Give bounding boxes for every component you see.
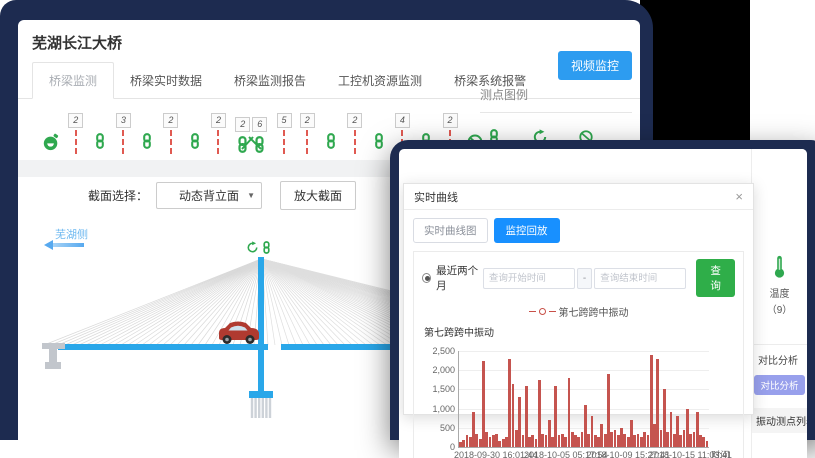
chain-link-icon[interactable] [92, 133, 108, 149]
detail-right-sidebar: 温度 （9） 对比分析 对比分析 振动测点列表 [751, 149, 807, 458]
section-select-label: 截面选择： [88, 187, 148, 204]
y-tick: 1,500 [423, 384, 455, 394]
sensor-count-badge: 2 [211, 113, 226, 128]
sensor-count-badge: 4 [395, 113, 410, 128]
refresh-icon[interactable] [246, 241, 259, 254]
dashed-line-icon [306, 130, 308, 154]
abutment-pier [42, 343, 65, 369]
detail-window-frame: 温度 （9） 对比分析 对比分析 振动测点列表 实时曲线 × 实时曲线图 监控回… [390, 140, 815, 440]
vibration-point-list-header: 振动测点列表 [752, 408, 807, 433]
y-tick: 1,000 [423, 404, 455, 414]
radio-selected-icon[interactable] [422, 273, 431, 283]
legend-series-name: 第七跨跨中振动 [559, 304, 629, 319]
start-time-input[interactable] [483, 268, 575, 289]
radio-label: 最近两个月 [436, 263, 483, 293]
selected-section-value: 动态背立面 [179, 187, 239, 204]
section-select-bar: 截面选择： 动态背立面 ▼ 放大截面 [88, 181, 356, 210]
query-button[interactable]: 查询 [696, 259, 735, 297]
end-time-input[interactable] [594, 268, 686, 289]
dashed-line-icon [283, 130, 285, 154]
temperature-block[interactable]: 温度 （9） [752, 255, 807, 316]
sensor-count-badge: 3 [116, 113, 131, 128]
sensor-count-badge: 6 [252, 117, 267, 132]
realtime-curve-modal: 实时曲线 × 实时曲线图 监控回放 最近两个月 - 查询 [403, 183, 754, 415]
chain-link-icon[interactable] [371, 133, 387, 149]
thermometer-icon [773, 255, 786, 279]
sensor-count-badge: 5 [277, 113, 292, 128]
compare-analysis-header: 对比分析 [752, 345, 807, 367]
dashed-line-icon [354, 130, 356, 154]
legend-panel-title: 测点图例 [480, 86, 632, 113]
compare-analysis-button[interactable]: 对比分析 [754, 375, 804, 395]
page-title: 芜湖长江大桥 [32, 32, 640, 53]
legend-marker-line [549, 311, 556, 312]
modal-title: 实时曲线 [414, 189, 458, 205]
sensor-dashed-marker[interactable]: 3 [116, 113, 131, 154]
sensor-dashed-marker[interactable]: 2 [211, 113, 226, 154]
dashed-line-icon [170, 130, 172, 154]
dashed-line-icon [217, 130, 219, 154]
chart-bars [459, 351, 709, 447]
car-illustration [219, 322, 259, 345]
temperature-label: 温度 [752, 285, 807, 300]
video-monitor-button[interactable]: 视频监控 [558, 51, 632, 80]
temperature-count: （9） [752, 301, 807, 316]
dashed-line-icon [122, 130, 124, 154]
y-tick: 500 [423, 423, 455, 433]
chain-link-icon[interactable] [187, 133, 203, 149]
sensor-count-badge: 2 [235, 117, 250, 132]
vibration-chart: 2,500 2,000 1,500 1,000 500 0 2018-09-30… [458, 351, 709, 448]
legend-marker-ring [539, 308, 546, 315]
y-tick: 2,500 [423, 346, 455, 356]
sensor-count-badge: 2 [443, 113, 458, 128]
query-controls: 最近两个月 - 查询 [422, 259, 735, 297]
sensor-count-badge: 2 [347, 113, 362, 128]
modal-tab-bar: 实时曲线图 监控回放 [413, 218, 744, 243]
sensor-count-badge: 2 [163, 113, 178, 128]
legend-marker-line [529, 311, 536, 312]
tab-monitor-playback[interactable]: 监控回放 [494, 218, 560, 243]
tab-realtime-curve[interactable]: 实时曲线图 [413, 218, 488, 243]
tower-top-sensors [246, 241, 273, 254]
sensor-count-badge: 2 [300, 113, 315, 128]
sensor-dashed-marker[interactable]: 2 [68, 113, 83, 154]
gauge-icon[interactable] [42, 133, 60, 151]
chain-link-icon[interactable] [323, 133, 339, 149]
sensor-detail-page: 温度 （9） 对比分析 对比分析 振动测点列表 实时曲线 × 实时曲线图 监控回… [399, 149, 807, 458]
chart-legend[interactable]: 第七跨跨中振动 [422, 304, 735, 319]
y-tick: 2,000 [423, 365, 455, 375]
sensor-dashed-marker[interactable]: 2 [163, 113, 178, 154]
sensor-count-badge: 2 [68, 113, 83, 128]
playback-panel: 最近两个月 - 查询 第七跨跨中振动 第七跨跨中振动 [413, 251, 744, 458]
chevron-down-icon: ▼ [247, 191, 255, 200]
sensor-dashed-marker[interactable]: 2 [347, 113, 362, 154]
left-arrow-icon [52, 243, 84, 247]
sensor-cluster[interactable]: 2 6 [234, 117, 268, 154]
sensor-dashed-marker[interactable]: 5 [277, 113, 292, 154]
tab-monitor-report[interactable]: 桥梁监测报告 [218, 63, 322, 98]
tab-ipc-resource[interactable]: 工控机资源监测 [322, 63, 438, 98]
chain-frame-icon [234, 132, 268, 154]
range-separator: - [577, 268, 592, 289]
modal-body: 实时曲线图 监控回放 最近两个月 - 查询 [404, 210, 753, 458]
sensor-dashed-marker[interactable]: 2 [300, 113, 315, 154]
section-select-dropdown[interactable]: 动态背立面 ▼ [156, 182, 262, 209]
tab-bridge-monitor[interactable]: 桥梁监测 [32, 62, 114, 99]
modal-header: 实时曲线 × [404, 184, 753, 210]
tab-realtime-data[interactable]: 桥梁实时数据 [114, 63, 218, 98]
bridge-side-label: 芜湖侧 [55, 226, 88, 242]
x-axis-label: 时间 [712, 448, 730, 458]
y-tick: 0 [423, 442, 455, 452]
close-icon[interactable]: × [735, 189, 743, 204]
chart-title: 第七跨跨中振动 [424, 324, 735, 339]
background-gap [640, 0, 750, 145]
dashed-line-icon [75, 130, 77, 154]
chain-link-icon[interactable] [260, 241, 273, 254]
chain-link-icon[interactable] [139, 133, 155, 149]
zoom-section-button[interactable]: 放大截面 [280, 181, 356, 210]
